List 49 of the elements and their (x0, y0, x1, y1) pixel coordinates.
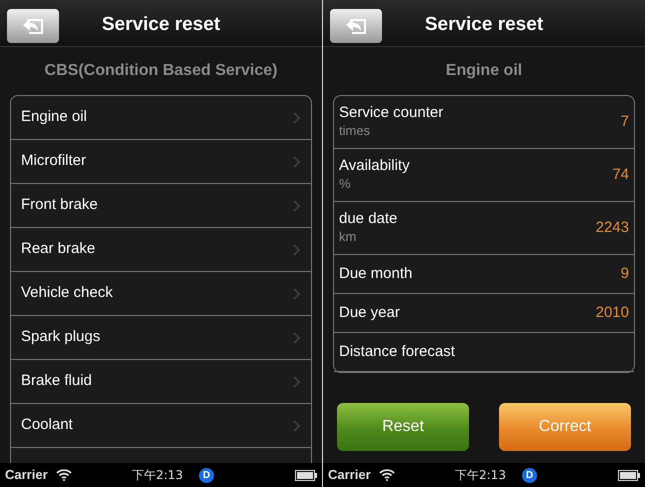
field-value: 2010 (596, 302, 629, 323)
menu-item[interactable]: Vehicle check (11, 272, 311, 316)
chevron-icon (293, 244, 301, 256)
status-badge: D (522, 468, 537, 482)
back-button[interactable] (7, 9, 59, 43)
menu-item[interactable]: Spark plugs (11, 316, 311, 360)
menu-item[interactable]: Front brake (11, 184, 311, 228)
chevron-icon (293, 200, 301, 212)
unit-label: times (339, 122, 372, 140)
screen-title: Service reset (102, 13, 220, 38)
field-label: Due month (339, 265, 412, 283)
carrier-label: Carrier (5, 466, 48, 484)
field-value: 7 (620, 112, 629, 132)
reset-button[interactable]: Reset (337, 402, 469, 450)
field-label: Availability (339, 157, 410, 175)
field-label: due date (339, 210, 398, 228)
back-arrow-icon (21, 16, 45, 36)
chevron-icon (293, 332, 301, 344)
screen-title: Service reset (424, 13, 544, 38)
field-value: 74 (612, 164, 629, 185)
menu-item[interactable]: Brake fluid (11, 360, 311, 404)
battery-icon (618, 470, 640, 480)
chevron-icon (293, 112, 301, 124)
clock-time: 下午2:13 (455, 467, 506, 484)
menu-item[interactable]: Rear brake (11, 228, 311, 272)
chevron-icon (293, 420, 301, 432)
status-badge: D (198, 468, 214, 482)
field-label: Distance forecast (339, 343, 455, 361)
menu-item[interactable]: Coolant (11, 404, 311, 448)
back-button[interactable] (330, 9, 382, 43)
back-arrow-icon (344, 16, 368, 36)
carrier-label: Carrier (328, 466, 371, 484)
field-label: Due year (339, 304, 400, 322)
unit-label: km (339, 228, 358, 246)
wifi-icon (56, 469, 72, 481)
wifi-icon (378, 469, 395, 481)
battery-icon (295, 470, 317, 480)
field-label: Service counter (339, 104, 444, 122)
menu-item[interactable]: Engine oil (11, 96, 311, 140)
section-heading: CBS(Condition Based Service) (44, 61, 278, 81)
field-value: 9 (620, 264, 629, 284)
chevron-icon (293, 288, 301, 300)
chevron-icon (293, 376, 301, 388)
unit-label: % (339, 175, 352, 193)
section-heading: Engine oil (446, 61, 522, 81)
menu-item[interactable]: Microfilter (11, 140, 311, 184)
field-value: 2243 (596, 218, 629, 238)
clock-time: 下午2:13 (132, 467, 183, 484)
chevron-icon (293, 156, 301, 168)
